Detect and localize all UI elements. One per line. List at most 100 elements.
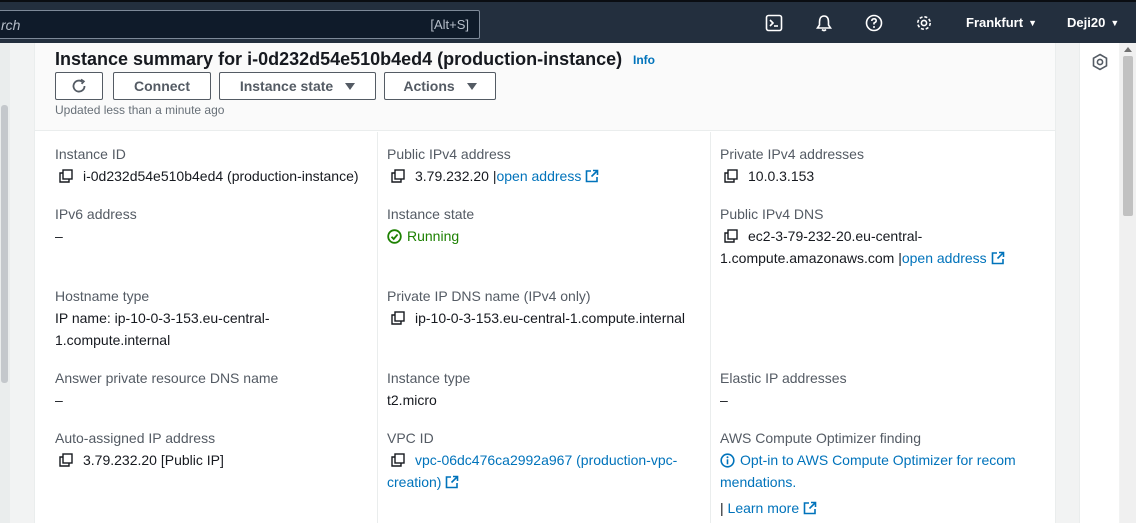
vpc-id-value-line2: creation): [387, 471, 459, 493]
copy-icon[interactable]: [724, 229, 738, 243]
info-link[interactable]: Info: [633, 53, 655, 67]
refresh-icon: [72, 78, 86, 93]
private-ipv4-label: Private IPv4 addresses: [720, 146, 864, 162]
vpc-id-label: VPC ID: [387, 430, 434, 446]
scrollbar-thumb[interactable]: [1123, 56, 1133, 216]
instance-state-value: Running: [387, 225, 459, 247]
column-divider: [710, 132, 711, 523]
private-ipv4-value: 10.0.3.153: [724, 165, 814, 187]
private-dns-value: ip-10-0-3-153.eu-central-1.compute.inter…: [391, 307, 685, 329]
bell-icon[interactable]: [814, 13, 834, 33]
auto-ip-label: Auto-assigned IP address: [55, 430, 216, 446]
account-menu[interactable]: Deji20 ▼: [1067, 15, 1119, 30]
gear-icon[interactable]: [914, 13, 934, 33]
right-tools-rail: [1079, 43, 1119, 523]
public-dns-text-line1: ec2-3-79-232-20.eu-central-: [748, 228, 923, 244]
ipv6-value: –: [55, 228, 63, 244]
vpc-id-value-line1: vpc-06dc476ca2992a967 (production-vpc-: [391, 449, 677, 471]
panel-header: Instance summary for i-0d232d54e510b4ed4…: [35, 43, 1055, 131]
auto-ip-value: 3.79.232.20 [Public IP]: [59, 449, 224, 471]
private-dns-text: ip-10-0-3-153.eu-central-1.compute.inter…: [415, 310, 686, 326]
copy-icon[interactable]: [59, 453, 73, 467]
copy-icon[interactable]: [59, 169, 73, 183]
account-label: Deji20: [1067, 15, 1106, 30]
updated-status: Updated less than a minute ago: [55, 103, 225, 117]
public-dns-text-line2: 1.compute.amazonaws.com |: [720, 250, 902, 266]
private-dns-label: Private IP DNS name (IPv4 only): [387, 288, 591, 304]
answer-dns-value: –: [55, 392, 63, 408]
instance-id-label: Instance ID: [55, 146, 126, 162]
learn-more-link[interactable]: Learn more: [728, 500, 800, 516]
external-link-icon[interactable]: [803, 501, 817, 515]
copy-icon[interactable]: [391, 311, 405, 325]
left-scrollbar-thumb[interactable]: [1, 105, 8, 383]
cloudshell-icon[interactable]: [764, 13, 784, 33]
public-ipv4-text: 3.79.232.20 |: [415, 168, 497, 184]
instance-summary-panel: Instance summary for i-0d232d54e510b4ed4…: [34, 43, 1056, 523]
public-dns-value-line1: ec2-3-79-232-20.eu-central-: [724, 225, 922, 247]
copy-icon[interactable]: [391, 453, 405, 467]
tools-panel-icon[interactable]: [1091, 53, 1109, 71]
caret-down-icon: [466, 82, 477, 90]
elastic-ip-label: Elastic IP addresses: [720, 370, 847, 386]
open-address-link[interactable]: open address: [902, 250, 987, 266]
search-placeholder: rch: [1, 17, 21, 33]
optimizer-opt-in-link[interactable]: Opt-in to AWS Compute Optimizer for reco…: [740, 452, 1016, 468]
instance-type-label: Instance type: [387, 370, 471, 386]
vpc-id-link[interactable]: vpc-06dc476ca2992a967 (production-vpc-: [415, 452, 677, 468]
separator: |: [720, 500, 724, 516]
open-address-link[interactable]: open address: [496, 168, 581, 184]
optimizer-value-line1: Opt-in to AWS Compute Optimizer for reco…: [720, 449, 1016, 471]
public-dns-label: Public IPv4 DNS: [720, 206, 824, 222]
actions-button[interactable]: Actions: [384, 72, 496, 100]
instance-type-value: t2.micro: [387, 392, 437, 408]
top-navigation: rch [Alt+S] Frankfurt ▼ Deji20 ▼: [0, 0, 1136, 43]
optimizer-label: AWS Compute Optimizer finding: [720, 430, 921, 446]
optimizer-learn-more-row: | Learn more: [720, 497, 817, 519]
public-ipv4-label: Public IPv4 address: [387, 146, 511, 162]
external-link-icon[interactable]: [991, 251, 1005, 265]
column-divider: [377, 132, 378, 523]
status-text: Running: [407, 228, 460, 244]
private-ipv4-text: 10.0.3.153: [748, 168, 815, 184]
refresh-button[interactable]: [55, 72, 103, 100]
ipv6-label: IPv6 address: [55, 206, 137, 222]
elastic-ip-value: –: [720, 392, 728, 408]
copy-icon[interactable]: [391, 169, 405, 183]
scroll-up-arrow-icon[interactable]: [1124, 47, 1132, 52]
public-dns-value-line2: 1.compute.amazonaws.com |open address: [720, 247, 1005, 269]
instance-id-text: i-0d232d54e510b4ed4 (production-instance…: [83, 168, 359, 184]
caret-down-icon: [345, 82, 356, 90]
page-title: Instance summary for i-0d232d54e510b4ed4…: [55, 49, 623, 69]
left-scroll-strip: [0, 43, 10, 523]
hostname-type-value-line2: 1.compute.internal: [55, 332, 171, 348]
connect-button[interactable]: Connect: [113, 72, 211, 100]
search-input[interactable]: rch [Alt+S]: [0, 10, 480, 39]
instance-state-button[interactable]: Instance state: [219, 72, 376, 100]
search-shortcut: [Alt+S]: [430, 17, 469, 32]
copy-icon[interactable]: [724, 169, 738, 183]
connect-label: Connect: [134, 78, 190, 94]
hostname-type-value-line1: IP name: ip-10-0-3-153.eu-central-: [55, 310, 270, 326]
answer-dns-label: Answer private resource DNS name: [55, 370, 279, 386]
region-selector[interactable]: Frankfurt ▼: [966, 15, 1037, 30]
instance-id-value: i-0d232d54e510b4ed4 (production-instance…: [59, 165, 359, 187]
external-link-icon[interactable]: [585, 169, 599, 183]
page-scrollbar[interactable]: [1120, 43, 1136, 523]
actions-label: Actions: [403, 78, 455, 94]
vpc-id-link-cont[interactable]: creation): [387, 474, 441, 490]
external-link-icon[interactable]: [445, 475, 459, 489]
instance-state-label: Instance state: [239, 78, 334, 94]
optimizer-value-line2: mendations.: [720, 471, 796, 493]
hostname-type-label: Hostname type: [55, 288, 150, 304]
caret-down-icon: ▼: [1110, 18, 1120, 28]
info-icon: [720, 453, 735, 468]
status-success-icon: [387, 229, 402, 244]
auto-ip-text: 3.79.232.20 [Public IP]: [83, 452, 224, 468]
optimizer-opt-in-link-cont[interactable]: mendations.: [720, 474, 796, 490]
region-label: Frankfurt: [966, 15, 1024, 30]
public-ipv4-value: 3.79.232.20 |open address: [391, 165, 599, 187]
caret-down-icon: ▼: [1028, 18, 1037, 28]
help-icon[interactable]: [864, 13, 884, 33]
instance-state-field-label: Instance state: [387, 206, 475, 222]
